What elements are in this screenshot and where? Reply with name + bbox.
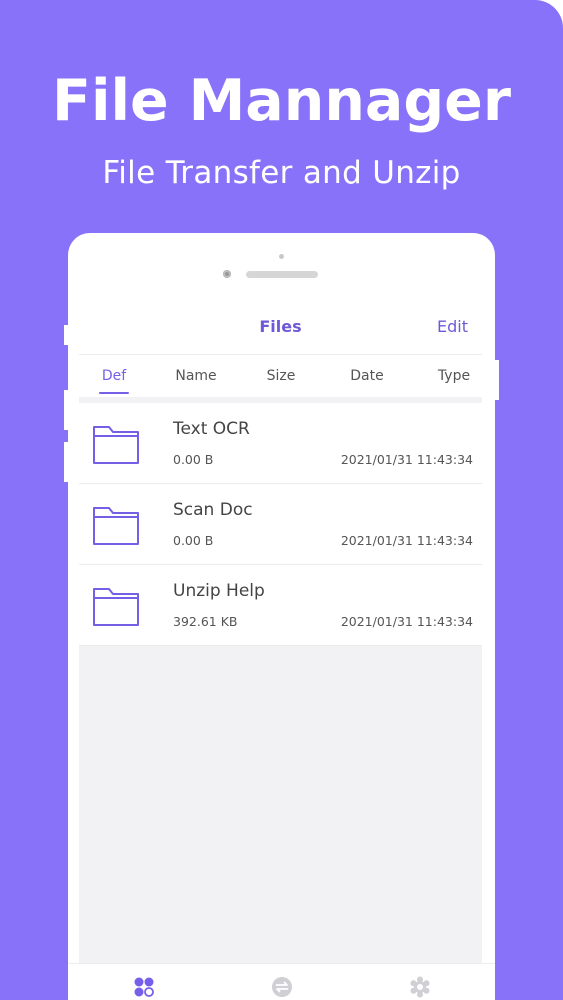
active-sort-indicator (99, 392, 129, 394)
file-size: 0.00 B (173, 533, 214, 548)
folder-icon (93, 507, 139, 545)
sort-tab-size[interactable]: Size (261, 368, 301, 384)
promo-banner: File Mannager File Transfer and Unzip Fi… (0, 0, 563, 1000)
file-name: Unzip Help (173, 581, 265, 601)
file-name: Scan Doc (173, 500, 253, 520)
page-title: Files (259, 317, 302, 336)
file-row[interactable]: Unzip Help 392.61 KB 2021/01/31 11:43:34 (79, 565, 482, 646)
proximity-sensor (279, 254, 284, 259)
file-size: 0.00 B (173, 452, 214, 467)
sort-tab-name[interactable]: Name (171, 368, 221, 384)
app-screen: Files Edit Def Name Size Date Type Text … (79, 296, 482, 1000)
file-date: 2021/01/31 11:43:34 (340, 614, 473, 629)
file-name: Text OCR (173, 419, 250, 439)
promo-headline: File Mannager (52, 68, 511, 134)
sort-tab-def[interactable]: Def (99, 368, 129, 384)
file-date: 2021/01/31 11:43:34 (340, 533, 473, 548)
file-date: 2021/01/31 11:43:34 (340, 452, 473, 467)
file-row[interactable]: Scan Doc 0.00 B 2021/01/31 11:43:34 (79, 484, 482, 565)
earpiece-speaker (246, 271, 318, 278)
front-camera (223, 270, 231, 278)
navigation-bar: Files Edit (79, 296, 482, 355)
edit-button[interactable]: Edit (437, 317, 468, 336)
sort-tab-date[interactable]: Date (345, 368, 389, 384)
phone-side-button (64, 442, 68, 482)
transfer-icon[interactable] (270, 975, 294, 999)
promo-subheadline: File Transfer and Unzip (102, 155, 461, 191)
settings-gear-icon[interactable] (408, 975, 432, 999)
sort-tab-type[interactable]: Type (433, 368, 475, 384)
files-grid-icon[interactable] (132, 975, 156, 999)
tab-bar (68, 963, 495, 1000)
phone-side-button (64, 325, 68, 345)
phone-side-button (495, 360, 499, 400)
file-row[interactable]: Text OCR 0.00 B 2021/01/31 11:43:34 (79, 403, 482, 484)
phone-side-button (64, 390, 68, 430)
folder-icon (93, 426, 139, 464)
folder-icon (93, 588, 139, 626)
sort-tabs: Def Name Size Date Type (79, 355, 482, 397)
file-size: 392.61 KB (173, 614, 238, 629)
phone-frame: Files Edit Def Name Size Date Type Text … (68, 233, 495, 1000)
